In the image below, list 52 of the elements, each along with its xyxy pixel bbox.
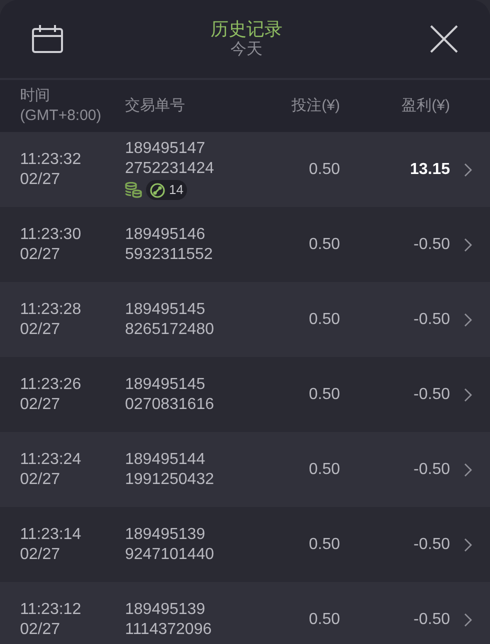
profit-amount: -0.50 [412, 534, 450, 554]
profit-amount: -0.50 [412, 384, 450, 404]
history-row[interactable]: 11:23:26 02/27 189495145 0270831616 0.50 -0.50 [0, 357, 490, 432]
window-title: 历史记录 [210, 18, 282, 40]
bet-amount: 0.50 [308, 310, 340, 330]
time-cell-text: 11:23:32 02/27 [19, 150, 82, 190]
bet-amount: 0.50 [308, 610, 340, 630]
profit-amount: 13.15 [408, 160, 450, 180]
close-icon[interactable] [430, 25, 458, 53]
column-header: 交易单号 [125, 96, 186, 116]
bet-amount: 0.50 [308, 160, 340, 180]
bet-amount: 0.50 [308, 534, 340, 554]
profit-amount: -0.50 [412, 234, 450, 254]
time-cell-text: 11:23:24 02/27 [19, 450, 82, 490]
order-number: 189495147 2752231424 [125, 139, 215, 179]
date-range-label: 今天 [230, 40, 262, 60]
order-number: 189495145 0270831616 [125, 374, 215, 414]
chevron-right-icon [464, 612, 472, 626]
order-number: 189495146 5932311552 [125, 224, 214, 264]
bet-amount: 0.50 [308, 384, 340, 404]
free-spin-badge: 14 [146, 180, 188, 200]
time-cell-text: 11:23:30 02/27 [19, 224, 82, 264]
history-row[interactable]: 11:23:12 02/27 189495139 1114372096 0.50 -0.50 [0, 582, 490, 644]
profit-amount: -0.50 [412, 310, 450, 330]
bet-amount: 0.50 [308, 234, 340, 254]
profit-amount: -0.50 [412, 610, 450, 630]
bet-amount: 0.50 [308, 460, 340, 480]
column-header: 时间 (GMT+8:00) [19, 86, 102, 126]
history-row[interactable]: 11:23:14 02/27 189495139 9247101440 0.50 -0.50 [0, 507, 490, 582]
time-cell-text: 11:23:14 02/27 [19, 524, 82, 564]
column-header: 盈利(¥) [400, 96, 450, 116]
calendar-icon[interactable] [32, 25, 63, 53]
chevron-right-icon [464, 538, 472, 552]
history-row[interactable]: 11:23:24 02/27 189495144 1991250432 0.50 -0.50 [0, 432, 490, 507]
chevron-right-icon [464, 312, 472, 326]
order-number: 189495145 8265172480 [125, 300, 215, 340]
chevron-right-icon [464, 162, 472, 176]
time-cell-text: 11:23:26 02/27 [19, 374, 82, 414]
order-number: 189495144 1991250432 [125, 450, 215, 490]
chevron-right-icon [464, 238, 472, 252]
history-row[interactable]: 11:23:32 02/27 189495147 2752231424 14 0.50 13.15 [0, 132, 490, 207]
coins-icon [125, 182, 142, 198]
order-number: 189495139 1114372096 [125, 600, 213, 640]
time-cell-text: 11:23:28 02/27 [19, 300, 82, 340]
column-header: 投注(¥) [290, 96, 340, 116]
time-cell-text: 11:23:12 02/27 [19, 600, 82, 640]
chevron-right-icon [464, 388, 472, 402]
history-row[interactable]: 11:23:30 02/27 189495146 5932311552 0.50 -0.50 [0, 207, 490, 282]
order-number: 189495139 9247101440 [125, 524, 215, 564]
profit-amount: -0.50 [412, 460, 450, 480]
history-row[interactable]: 11:23:28 02/27 189495145 8265172480 0.50 -0.50 [0, 282, 490, 357]
chevron-right-icon [464, 462, 472, 476]
